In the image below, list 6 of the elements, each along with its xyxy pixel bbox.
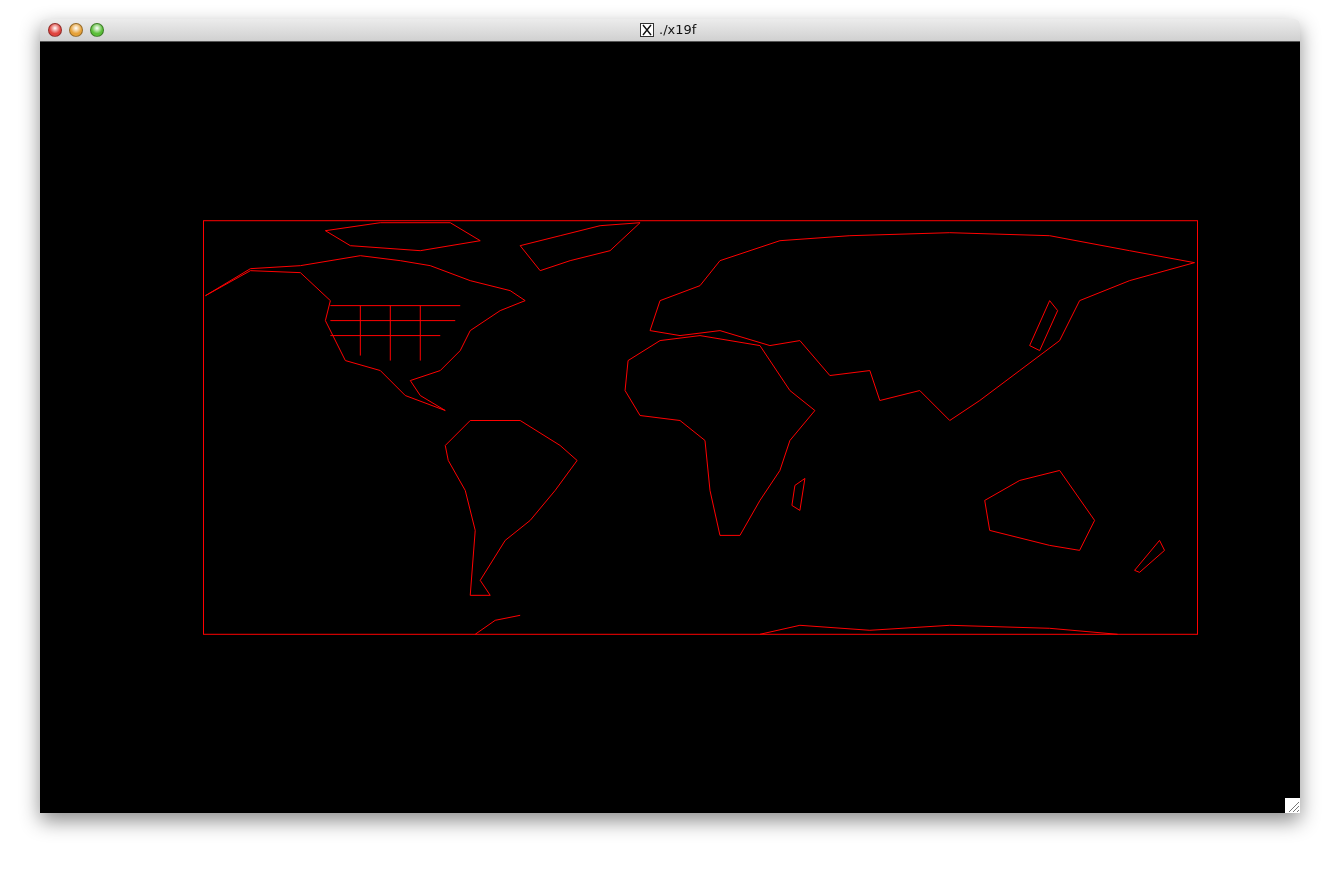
resize-grip-icon[interactable] bbox=[1285, 798, 1300, 813]
minimize-button[interactable] bbox=[69, 23, 83, 37]
window-title: ./x19f bbox=[659, 22, 697, 37]
x-window-icon bbox=[640, 22, 654, 37]
zoom-button[interactable] bbox=[90, 23, 104, 37]
close-button[interactable] bbox=[48, 23, 62, 37]
